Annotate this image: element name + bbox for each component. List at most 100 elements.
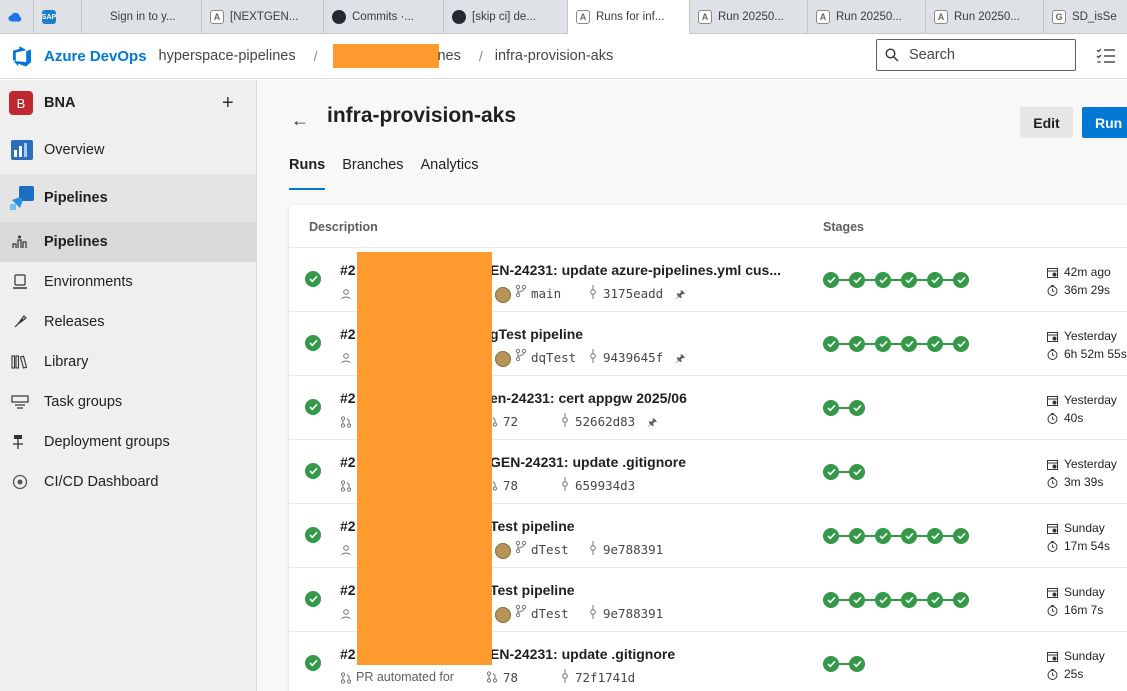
stage-success-icon[interactable] [849,272,865,288]
stage-success-icon[interactable] [875,528,891,544]
run-commit[interactable]: 9e788391 [603,542,663,557]
commit-icon [562,669,568,683]
run-number[interactable]: #2 [340,390,356,406]
run-branch[interactable]: dqTest [531,350,576,365]
tab-runs[interactable]: Runs [289,157,326,190]
org-selector[interactable]: B BNA + [0,80,256,126]
run-number[interactable]: #2 [340,646,356,662]
stage-success-icon[interactable] [875,336,891,352]
stage-success-icon[interactable] [901,272,917,288]
pipelines-rocket-icon [10,235,30,249]
stage-success-icon[interactable] [849,400,865,416]
sidebar-section-pipelines[interactable]: Pipelines [0,174,256,222]
run-title[interactable]: gTest pipeline [490,326,583,342]
calendar-icon [1047,395,1058,406]
stage-success-icon[interactable] [901,336,917,352]
breadcrumb-org[interactable]: hyperspace-pipelines [159,48,296,64]
run-title[interactable]: en-24231: cert appgw 2025/06 [490,390,687,406]
run-number[interactable]: #2 [340,262,356,278]
stage-success-icon[interactable] [953,592,969,608]
stage-success-icon[interactable] [953,272,969,288]
stage-success-icon[interactable] [849,592,865,608]
stage-success-icon[interactable] [927,272,943,288]
run-commit[interactable]: 3175eadd [603,286,663,301]
stage-success-icon[interactable] [849,464,865,480]
run-commit[interactable]: 9439645f [603,350,663,365]
stage-success-icon[interactable] [927,336,943,352]
sidebar-item-ci-cd-dashboard[interactable]: CI/CD Dashboard [0,462,256,502]
browser-tab[interactable]: [skip ci] de... [444,0,568,34]
user-avatar [495,287,511,303]
run-commit[interactable]: 659934d3 [575,478,635,493]
task-list-icon[interactable] [1096,47,1116,65]
browser-tab[interactable]: A Run 20250... [808,0,926,34]
stage-success-icon[interactable] [849,528,865,544]
stage-success-icon[interactable] [823,400,839,416]
calendar-icon [1047,651,1058,662]
run-number[interactable]: #2 [340,326,356,342]
edit-button[interactable]: Edit [1020,107,1073,138]
run-branch[interactable]: 78 [503,478,518,493]
stage-success-icon[interactable] [875,592,891,608]
run-title[interactable]: Test pipeline [490,582,575,598]
stage-success-icon[interactable] [953,528,969,544]
sidebar-item-library[interactable]: Library [0,342,256,382]
run-branch[interactable]: 78 [503,670,518,685]
sidebar-item-overview[interactable]: Overview [0,126,256,174]
stage-success-icon[interactable] [849,336,865,352]
back-arrow-icon[interactable]: ← [291,110,309,131]
run-pipeline-button[interactable]: Run p [1082,107,1127,138]
breadcrumb-pipeline[interactable]: infra-provision-aks [495,48,613,64]
run-stages [823,400,865,416]
sidebar-item-releases[interactable]: Releases [0,302,256,342]
run-commit[interactable]: 9e788391 [603,606,663,621]
stage-success-icon[interactable] [927,528,943,544]
run-commit[interactable]: 52662d83 [575,414,635,429]
search-box[interactable]: Search [876,39,1076,71]
browser-tab[interactable]: Sign in to y... [82,0,202,34]
run-number[interactable]: #2 [340,518,356,534]
stage-success-icon[interactable] [823,272,839,288]
browser-tab[interactable]: A [NEXTGEN... [202,0,324,34]
stage-success-icon[interactable] [849,656,865,672]
browser-tab[interactable]: Commits ·... [324,0,444,34]
stage-success-icon[interactable] [953,336,969,352]
stage-success-icon[interactable] [823,528,839,544]
stage-success-icon[interactable] [927,592,943,608]
run-number[interactable]: #2 [340,582,356,598]
browser-tab[interactable]: A Runs for inf... [568,0,690,34]
run-branch[interactable]: main [531,286,561,301]
browser-tab[interactable]: A Run 20250... [690,0,808,34]
run-number[interactable]: #2 [340,454,356,470]
branch-icon [515,604,527,618]
sidebar-item-pipelines[interactable]: Pipelines [0,222,256,262]
tab-branches[interactable]: Branches [342,157,403,190]
run-title[interactable]: GEN-24231: update .gitignore [490,454,686,470]
stage-success-icon[interactable] [823,336,839,352]
browser-tab[interactable] [0,0,34,34]
tab-analytics[interactable]: Analytics [421,157,479,190]
run-branch[interactable]: dTest [531,542,569,557]
add-project-icon[interactable]: + [222,92,234,115]
browser-tab[interactable]: A Run 20250... [926,0,1044,34]
sidebar-item-environments[interactable]: Environments [0,262,256,302]
stage-success-icon[interactable] [823,464,839,480]
run-title[interactable]: Test pipeline [490,518,575,534]
browser-tab[interactable]: G SD_isSe [1044,0,1127,34]
stage-success-icon[interactable] [901,592,917,608]
stage-success-icon[interactable] [823,656,839,672]
stage-success-icon[interactable] [823,592,839,608]
sidebar-item-deployment-groups[interactable]: Deployment groups [0,422,256,462]
sidebar-item-task-groups[interactable]: Task groups [0,382,256,422]
run-title[interactable]: EN-24231: update azure-pipelines.yml cus… [490,262,781,278]
brand-link[interactable]: Azure DevOps [44,48,147,65]
run-branch[interactable]: 72 [503,414,518,429]
stage-success-icon[interactable] [901,528,917,544]
breadcrumb-project[interactable]: nes [437,48,460,64]
run-title[interactable]: EN-24231: update .gitignore [490,646,675,662]
azure-devops-logo-icon[interactable] [10,44,34,68]
browser-tab[interactable]: SAP [34,0,82,34]
run-branch[interactable]: dTest [531,606,569,621]
stage-success-icon[interactable] [875,272,891,288]
run-commit[interactable]: 72f1741d [575,670,635,685]
